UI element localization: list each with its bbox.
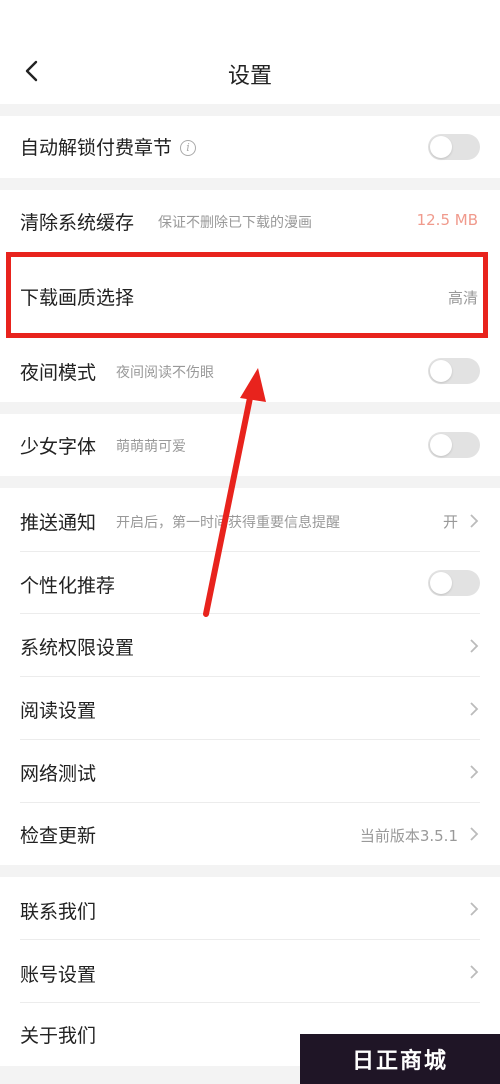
page-title: 设置 xyxy=(227,64,272,89)
auto-unlock-label: 自动解锁付费章节 i xyxy=(20,133,197,160)
personalized-toggle[interactable] xyxy=(428,570,480,596)
toggle-knob xyxy=(430,572,452,594)
permissions-label: 系统权限设置 xyxy=(20,637,135,659)
chevron-right-icon xyxy=(470,902,479,916)
check-update-row[interactable]: 检查更新 当前版本3.5.1 xyxy=(0,803,500,865)
top-bar: 设置 xyxy=(0,0,500,104)
toggle-knob xyxy=(430,434,452,456)
push-label: 推送通知 xyxy=(20,512,97,534)
clear-cache-label: 清除系统缓存 xyxy=(20,212,135,234)
cache-size-value: 12.5 MB xyxy=(416,211,478,229)
clear-cache-row[interactable]: 清除系统缓存 保证不删除已下载的漫画 12.5 MB xyxy=(0,190,500,252)
update-label: 检查更新 xyxy=(20,825,97,847)
download-quality-row[interactable]: 下载画质选择 高清 xyxy=(0,252,500,338)
auto-unlock-row[interactable]: 自动解锁付费章节 i xyxy=(0,116,500,178)
personalized-label: 个性化推荐 xyxy=(20,575,116,597)
toggle-knob xyxy=(430,136,452,158)
chevron-right-icon xyxy=(470,639,479,653)
info-icon[interactable]: i xyxy=(180,140,197,156)
watermark-logo: 日正商城 xyxy=(300,1034,500,1084)
contact-us-row[interactable]: 联系我们 xyxy=(0,877,500,940)
section-gap xyxy=(0,104,500,116)
night-mode-row[interactable]: 夜间模式 夜间阅读不伤眼 xyxy=(0,340,500,402)
permissions-row[interactable]: 系统权限设置 xyxy=(0,614,500,677)
clear-cache-desc: 保证不删除已下载的漫画 xyxy=(158,215,312,231)
chevron-right-icon xyxy=(470,827,479,841)
reading-label: 阅读设置 xyxy=(20,700,97,722)
download-quality-value: 高清 xyxy=(447,289,478,307)
contact-label: 联系我们 xyxy=(20,901,97,923)
watermark-text: 日正商城 xyxy=(351,1049,448,1074)
section-gap xyxy=(0,178,500,190)
girl-font-label: 少女字体 xyxy=(20,436,97,458)
night-mode-label: 夜间模式 xyxy=(20,362,97,384)
section-gap xyxy=(0,402,500,414)
version-value: 当前版本3.5.1 xyxy=(359,827,458,845)
download-quality-label: 下载画质选择 xyxy=(20,287,135,309)
push-notification-row[interactable]: 推送通知 开启后，第一时间获得重要信息提醒 开 xyxy=(0,488,500,552)
girl-font-toggle[interactable] xyxy=(428,432,480,458)
network-label: 网络测试 xyxy=(20,763,97,785)
reading-settings-row[interactable]: 阅读设置 xyxy=(0,677,500,740)
chevron-right-icon xyxy=(470,965,479,979)
account-label: 账号设置 xyxy=(20,964,97,986)
personalized-row[interactable]: 个性化推荐 xyxy=(0,552,500,614)
push-value: 开 xyxy=(442,513,458,531)
chevron-right-icon xyxy=(470,702,479,716)
night-mode-toggle[interactable] xyxy=(428,358,480,384)
section-gap xyxy=(0,865,500,877)
about-label: 关于我们 xyxy=(20,1025,97,1047)
toggle-knob xyxy=(430,360,452,382)
girl-font-desc: 萌萌萌可爱 xyxy=(116,439,186,455)
push-desc: 开启后，第一时间获得重要信息提醒 xyxy=(116,515,340,531)
network-test-row[interactable]: 网络测试 xyxy=(0,740,500,803)
section-gap xyxy=(0,476,500,488)
auto-unlock-toggle[interactable] xyxy=(428,134,480,160)
account-settings-row[interactable]: 账号设置 xyxy=(0,940,500,1003)
chevron-right-icon xyxy=(470,514,479,528)
night-mode-desc: 夜间阅读不伤眼 xyxy=(116,365,214,381)
girl-font-row[interactable]: 少女字体 萌萌萌可爱 xyxy=(0,414,500,476)
chevron-right-icon xyxy=(470,765,479,779)
